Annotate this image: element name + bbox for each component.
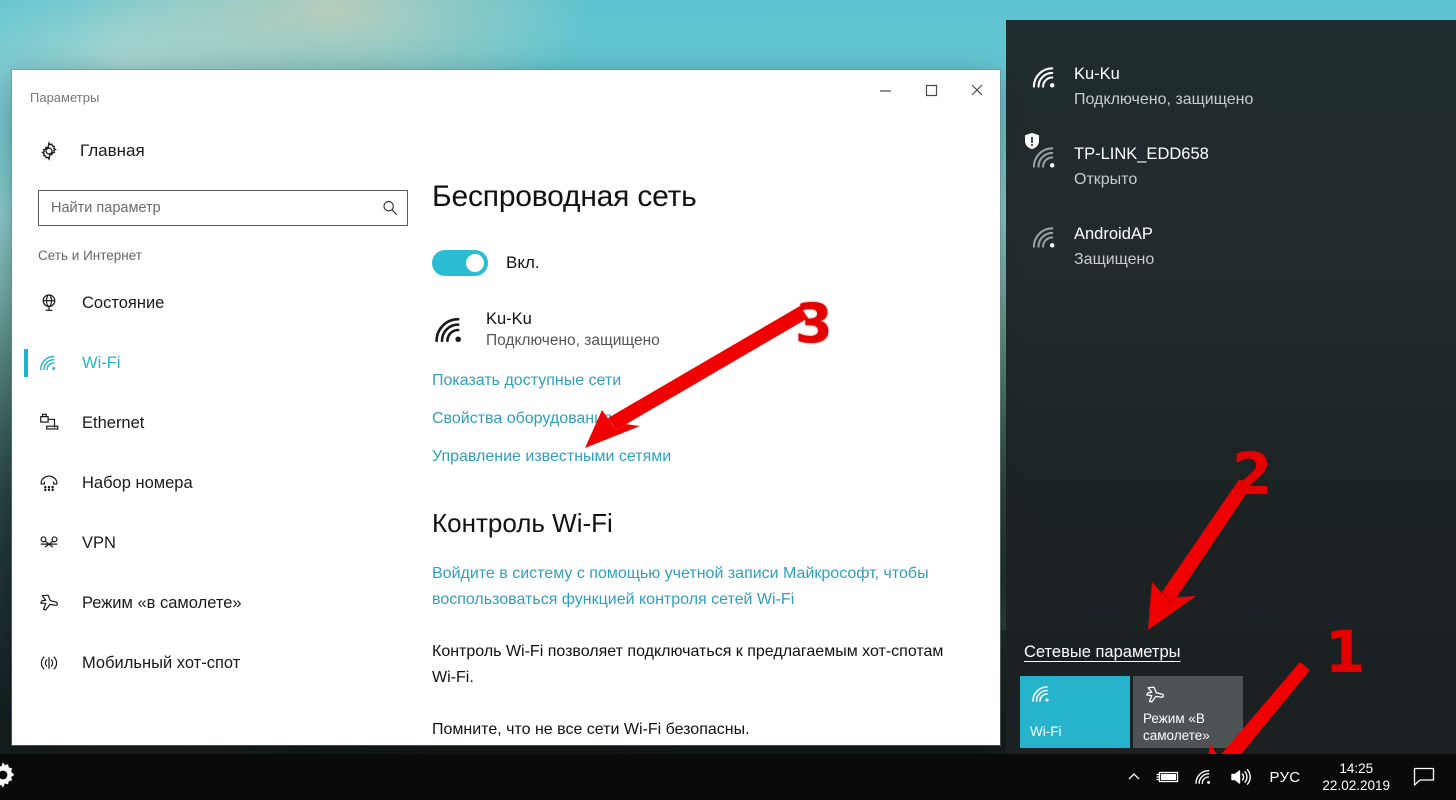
settings-window: Параметры Главная Найти параметр Сеть и … <box>12 70 1000 745</box>
search-input[interactable] <box>39 191 373 225</box>
wifi-sense-description: Контроль Wi-Fi позволяет подключаться к … <box>432 643 944 686</box>
page-title: Беспроводная сеть <box>432 180 697 213</box>
flyout-footer: Сетевые параметры Wi-Fi Режим «В самолет… <box>1006 643 1456 754</box>
network-list-item[interactable]: AndroidAP Защищено <box>1006 206 1456 286</box>
system-tray: РУС 14:25 22.02.2019 <box>1119 754 1456 800</box>
current-network-text: Ku-Ku Подключено, защищено <box>486 308 660 352</box>
wifi-icon <box>432 314 480 346</box>
window-controls <box>862 70 1000 110</box>
battery-icon[interactable] <box>1149 754 1187 800</box>
taskbar: РУС 14:25 22.02.2019 <box>0 754 1456 800</box>
warning-shield-icon <box>1025 133 1039 150</box>
quick-actions: Wi-Fi Режим «В самолете» <box>1006 676 1456 748</box>
sidebar-home-label: Главная <box>80 141 145 160</box>
network-status: Подключено, защищено <box>1074 91 1254 108</box>
network-flyout: Ku-Ku Подключено, защищено TP-LINK_EDD65… <box>1006 20 1456 754</box>
sidebar-item-wifi[interactable]: Wi-Fi <box>12 333 402 393</box>
minimize-icon[interactable] <box>862 70 908 110</box>
show-available-networks-link[interactable]: Показать доступные сети <box>432 372 621 390</box>
sidebar-item-label: Ethernet <box>82 413 145 432</box>
dialup-icon <box>38 472 68 494</box>
network-item-text: TP-LINK_EDD658 Открыто <box>1074 138 1209 192</box>
clock-date: 22.02.2019 <box>1322 778 1390 793</box>
network-item-text: AndroidAP Защищено <box>1074 218 1154 272</box>
quick-action-wifi[interactable]: Wi-Fi <box>1020 676 1130 748</box>
sidebar-item-label: VPN <box>82 533 116 552</box>
taskbar-clock[interactable]: 14:25 22.02.2019 <box>1310 754 1402 800</box>
current-network: Ku-Ku Подключено, защищено <box>432 308 1000 352</box>
current-network-ssid: Ku-Ku <box>486 310 532 328</box>
sidebar-item-hotspot[interactable]: Мобильный хот-спот <box>12 633 402 693</box>
gear-icon <box>38 140 68 162</box>
annotation-number-1: 1 <box>1325 618 1366 686</box>
sidebar-nav-list: Состояние Wi-Fi Ethernet Набор номера VP… <box>12 273 402 693</box>
hotspot-icon <box>38 652 68 674</box>
search-box[interactable] <box>38 190 408 226</box>
microsoft-account-signin-link[interactable]: Войдите в систему с помощью учетной запи… <box>432 561 972 613</box>
sidebar-item-airplane-mode[interactable]: Режим «в самолете» <box>12 573 402 633</box>
quick-action-label: Режим «В самолете» <box>1143 711 1210 743</box>
taskbar-start-area[interactable] <box>0 758 40 797</box>
network-list: Ku-Ku Подключено, защищено TP-LINK_EDD65… <box>1006 20 1456 286</box>
current-network-status: Подключено, защищено <box>486 332 660 349</box>
sidebar-item-dialup[interactable]: Набор номера <box>12 453 402 513</box>
sidebar-item-vpn[interactable]: VPN <box>12 513 402 573</box>
wifi-toggle-row: Вкл. <box>432 250 1000 276</box>
airplane-icon <box>38 592 68 614</box>
wifi-icon <box>38 353 68 373</box>
sidebar-item-home[interactable]: Главная <box>12 128 402 174</box>
manage-known-networks-link[interactable]: Управление известными сетями <box>432 448 671 466</box>
action-center-icon[interactable] <box>1402 754 1450 800</box>
sidebar-item-label: Набор номера <box>82 473 193 492</box>
wifi-sense-warning: Помните, что не все сети Wi-Fi безопасны… <box>432 721 750 738</box>
toggle-knob <box>466 254 484 272</box>
network-status: Защищено <box>1074 251 1155 268</box>
close-icon[interactable] <box>954 70 1000 110</box>
wifi-icon <box>1030 684 1120 708</box>
sidebar-item-ethernet[interactable]: Ethernet <box>12 393 402 453</box>
wifi-icon <box>1020 218 1074 251</box>
vpn-icon <box>38 532 68 554</box>
sidebar-item-status[interactable]: Состояние <box>12 273 402 333</box>
annotation-number-2: 2 <box>1232 440 1273 508</box>
wifi-toggle-label: Вкл. <box>506 253 540 272</box>
sidebar-item-label: Состояние <box>82 293 165 312</box>
network-item-text: Ku-Ku Подключено, защищено <box>1074 58 1253 112</box>
annotation-number-3: 3 <box>795 292 833 355</box>
quick-action-airplane-mode[interactable]: Режим «В самолете» <box>1133 676 1243 748</box>
sidebar-item-label: Режим «в самолете» <box>82 593 242 612</box>
wifi-icon <box>1020 133 1074 171</box>
clock-time: 14:25 <box>1339 761 1374 776</box>
globe-icon <box>38 292 68 314</box>
network-status: Открыто <box>1074 171 1138 188</box>
sidebar: Главная Сеть и Интернет <box>12 118 408 745</box>
network-ssid: TP-LINK_EDD658 <box>1074 145 1209 163</box>
volume-icon[interactable] <box>1223 754 1259 800</box>
chevron-up-icon[interactable] <box>1119 754 1149 800</box>
maximize-icon[interactable] <box>908 70 954 110</box>
sidebar-item-label: Мобильный хот-спот <box>82 653 241 672</box>
hardware-properties-link[interactable]: Свойства оборудования <box>432 410 612 428</box>
ethernet-icon <box>38 412 68 434</box>
taskbar-wifi-icon[interactable] <box>1187 754 1223 800</box>
network-ssid: Ku-Ku <box>1074 65 1120 83</box>
language-indicator[interactable]: РУС <box>1259 754 1310 800</box>
network-list-item[interactable]: Ku-Ku Подключено, защищено <box>1006 46 1456 126</box>
gear-icon[interactable] <box>0 758 20 797</box>
active-accent-bar <box>24 349 28 377</box>
airplane-icon <box>1143 684 1233 710</box>
main-content: Беспроводная сеть Вкл. Ku-Ku Подключено,… <box>402 118 1000 745</box>
network-ssid: AndroidAP <box>1074 225 1153 243</box>
window-title: Параметры <box>30 90 100 105</box>
wifi-toggle-switch[interactable] <box>432 250 488 276</box>
wifi-sense-heading: Контроль Wi-Fi <box>432 508 613 538</box>
quick-action-label: Wi-Fi <box>1030 724 1062 739</box>
network-list-item[interactable]: TP-LINK_EDD658 Открыто <box>1006 126 1456 206</box>
wifi-icon <box>1020 58 1074 91</box>
network-settings-link[interactable]: Сетевые параметры <box>1024 643 1181 662</box>
window-titlebar[interactable]: Параметры <box>12 70 1000 118</box>
sidebar-item-label: Wi-Fi <box>82 353 121 372</box>
sidebar-group-title: Сеть и Интернет <box>38 248 142 263</box>
